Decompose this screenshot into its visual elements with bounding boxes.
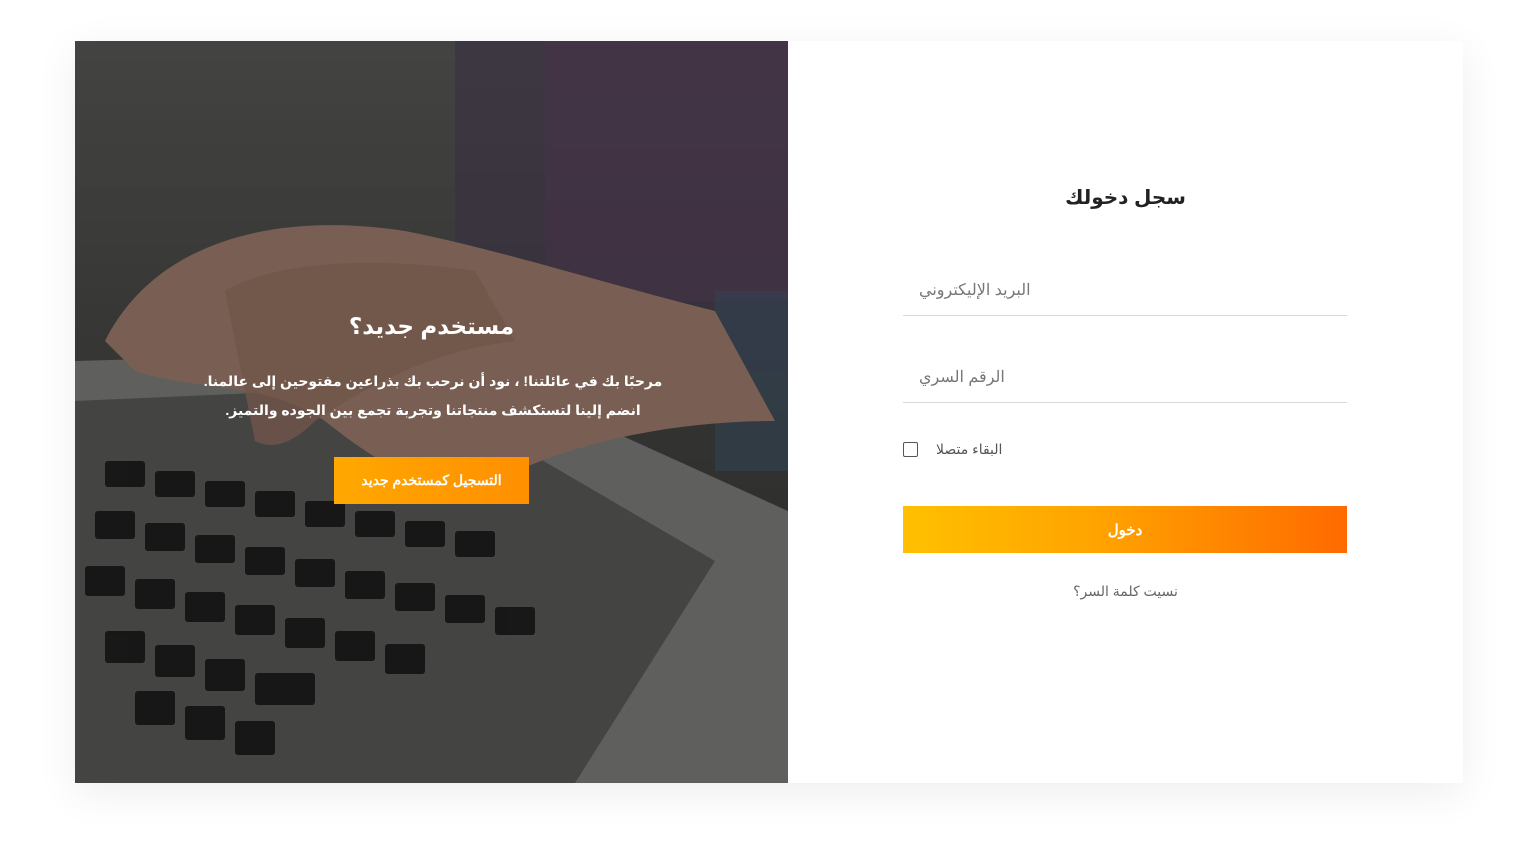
forgot-password-link[interactable]: نسيت كلمة السر؟ [788,583,1463,600]
login-button[interactable]: دخول [903,506,1347,553]
promo-title: مستخدم جديد؟ [348,313,515,339]
email-field[interactable] [903,266,1347,316]
promo-panel: مستخدم جديد؟ مرحبًا بك في عائلتنا! ، نود… [75,41,788,783]
remember-me-checkbox[interactable] [903,442,918,457]
remember-me-label: البقاء متصلا [936,441,1003,457]
promo-description: مرحبًا بك في عائلتنا! ، نود أن نرحب بك ب… [203,373,663,418]
password-field[interactable] [903,353,1347,403]
auth-card: مستخدم جديد؟ مرحبًا بك في عائلتنا! ، نود… [75,41,1463,783]
login-title: سجل دخولك [1065,187,1186,209]
register-new-user-button[interactable]: التسجيل كمستخدم جديد [334,457,529,504]
login-panel: سجل دخولك البقاء متصلا دخول نسيت كلمة ال… [788,41,1463,783]
promo-content: مستخدم جديد؟ مرحبًا بك في عائلتنا! ، نود… [75,41,788,783]
remember-me-row: البقاء متصلا [903,441,1002,458]
